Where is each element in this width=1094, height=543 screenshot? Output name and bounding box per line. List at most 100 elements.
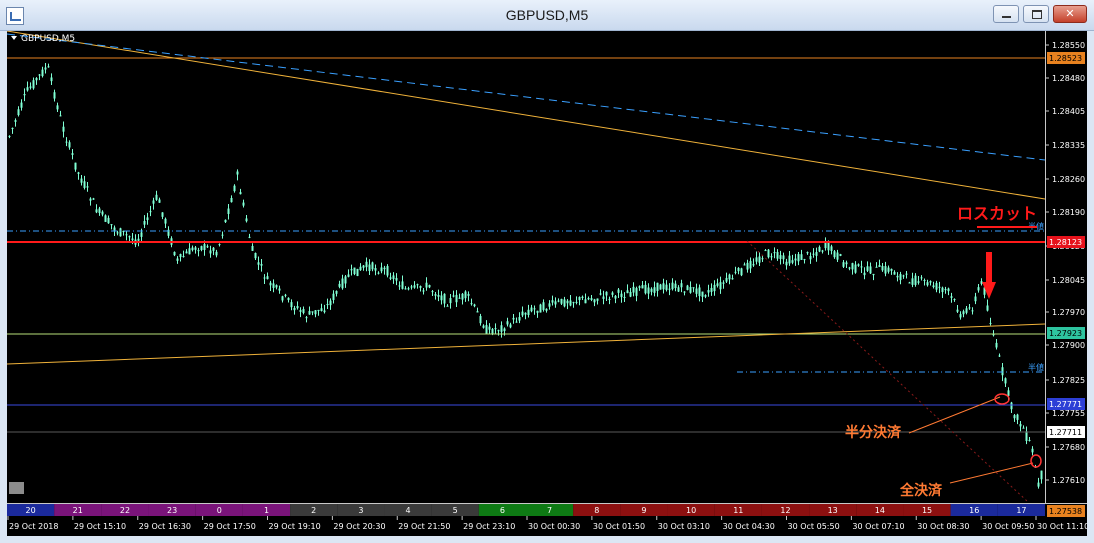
close-button[interactable] bbox=[1053, 5, 1087, 23]
candle-body bbox=[929, 281, 932, 283]
price-tag-label: 1.28523 bbox=[1049, 54, 1082, 63]
candle-body bbox=[278, 288, 281, 291]
candle-body bbox=[563, 299, 566, 307]
session-hour-label: 15 bbox=[922, 506, 932, 515]
candle-body bbox=[590, 298, 593, 300]
candle-body bbox=[266, 276, 269, 280]
candle-body bbox=[896, 275, 899, 278]
candle-body bbox=[299, 310, 302, 312]
candle-body bbox=[971, 310, 974, 312]
candle-body bbox=[89, 198, 92, 201]
candle-body bbox=[527, 309, 530, 315]
candle-body bbox=[38, 74, 41, 76]
candle-body bbox=[26, 87, 29, 91]
candle-body bbox=[662, 283, 665, 290]
candle-body bbox=[881, 265, 884, 271]
candle-body bbox=[1001, 367, 1004, 376]
candle-body bbox=[866, 266, 869, 271]
candle-body bbox=[359, 266, 362, 271]
candle-body bbox=[599, 293, 602, 295]
candle-body bbox=[434, 294, 437, 296]
candle-body bbox=[275, 285, 278, 288]
candle-body bbox=[944, 289, 947, 291]
candle-body bbox=[368, 264, 371, 271]
candle-body bbox=[314, 310, 317, 315]
session-hour-label: 11 bbox=[733, 506, 743, 515]
candle-body bbox=[668, 288, 671, 290]
candle-body bbox=[92, 198, 95, 200]
candle-body bbox=[605, 291, 608, 296]
candle-body bbox=[941, 287, 944, 293]
candle-body bbox=[128, 236, 131, 238]
candle-body bbox=[998, 355, 1001, 357]
candle-body bbox=[650, 288, 653, 292]
candle-body bbox=[698, 287, 701, 297]
candle-body bbox=[380, 267, 383, 272]
candle-body bbox=[611, 292, 614, 295]
candle-body bbox=[227, 208, 230, 214]
candle-body bbox=[512, 317, 515, 320]
halfvalue-tag-lower: 半値 bbox=[1028, 362, 1044, 372]
candle-body bbox=[503, 328, 506, 332]
maximize-button[interactable] bbox=[1023, 5, 1049, 23]
candle-body bbox=[749, 261, 752, 269]
chart-scroll-handle[interactable] bbox=[9, 482, 24, 494]
candle-body bbox=[410, 286, 413, 288]
candle-body bbox=[524, 312, 527, 315]
candle-body bbox=[617, 289, 620, 293]
candle-body bbox=[272, 283, 275, 288]
candle-body bbox=[500, 325, 503, 332]
candle-body bbox=[701, 291, 704, 297]
candle-body bbox=[329, 300, 332, 306]
candle-body bbox=[743, 264, 746, 266]
candle-body bbox=[149, 211, 152, 213]
candle-body bbox=[398, 285, 401, 287]
candle-body bbox=[185, 251, 188, 254]
candle-body bbox=[638, 286, 641, 288]
time-tick-label: 29 Oct 15:10 bbox=[74, 522, 126, 531]
price-tick-label: 1.28550 bbox=[1052, 41, 1085, 50]
candle-body bbox=[986, 305, 989, 311]
candle-body bbox=[254, 252, 257, 259]
candle-body bbox=[449, 298, 452, 304]
candle-body bbox=[182, 256, 185, 258]
candle-body bbox=[290, 302, 293, 308]
time-tick-label: 30 Oct 01:50 bbox=[593, 522, 645, 531]
candle-body bbox=[1007, 390, 1010, 396]
candle-body bbox=[125, 234, 128, 236]
candle-body bbox=[416, 284, 419, 286]
window-titlebar[interactable]: GBPUSD,M5 bbox=[0, 0, 1094, 31]
candle-body bbox=[326, 304, 329, 306]
candle-body bbox=[233, 185, 236, 192]
candle-body bbox=[911, 278, 914, 285]
candle-body bbox=[218, 244, 221, 246]
candle-body bbox=[374, 268, 377, 271]
candle-body bbox=[17, 109, 20, 116]
price-tick-label: 1.28190 bbox=[1052, 208, 1085, 217]
candle-body bbox=[302, 309, 305, 313]
candle-body bbox=[470, 303, 473, 305]
minimize-button[interactable] bbox=[993, 5, 1019, 23]
candle-body bbox=[581, 296, 584, 299]
candle-body bbox=[509, 324, 512, 328]
candle-body bbox=[479, 316, 482, 324]
candle-body bbox=[365, 261, 368, 268]
candle-body bbox=[932, 285, 935, 288]
candle-body bbox=[1019, 423, 1022, 427]
candle-body bbox=[800, 254, 803, 260]
candle-body bbox=[419, 286, 422, 288]
candle-body bbox=[554, 301, 557, 305]
time-tick-label: 30 Oct 09:50 bbox=[982, 522, 1034, 531]
candle-body bbox=[734, 271, 737, 273]
candle-body bbox=[914, 275, 917, 285]
time-tick-label: 30 Oct 11:10 bbox=[1037, 522, 1087, 531]
candle-body bbox=[758, 256, 761, 263]
candle-body bbox=[737, 267, 740, 272]
candle-body bbox=[260, 264, 263, 266]
price-chart[interactable]: GBPUSD,M5 半値 半値 ロスカット 半分決済 全決済 1.285501.… bbox=[7, 31, 1087, 536]
session-hour-label: 21 bbox=[73, 506, 83, 515]
candle-body bbox=[1040, 470, 1043, 480]
candle-body bbox=[779, 255, 782, 259]
candle-body bbox=[212, 247, 215, 251]
candle-body bbox=[113, 227, 116, 231]
